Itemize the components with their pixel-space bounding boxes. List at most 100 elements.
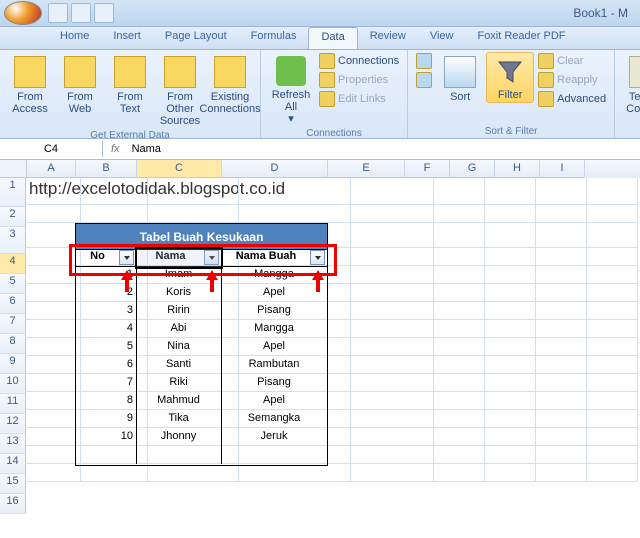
cell[interactable] <box>434 392 485 410</box>
filter-button[interactable]: Filter <box>486 52 534 103</box>
tab-insert[interactable]: Insert <box>101 27 153 49</box>
cell[interactable] <box>485 392 536 410</box>
cell[interactable] <box>587 338 638 356</box>
cell[interactable] <box>434 374 485 392</box>
cell[interactable] <box>239 428 351 446</box>
spreadsheet-grid[interactable]: ABCDEFGHI 12345678910111213141516 http:/… <box>0 160 640 514</box>
cell[interactable] <box>485 205 536 223</box>
cell[interactable] <box>239 284 351 302</box>
cell[interactable] <box>587 223 638 248</box>
cell[interactable] <box>536 223 587 248</box>
cell[interactable] <box>536 392 587 410</box>
text-to-columns-button[interactable]: Text to Column <box>621 52 640 117</box>
select-all-corner[interactable] <box>0 160 27 178</box>
cell[interactable] <box>351 178 434 205</box>
cell[interactable] <box>351 410 434 428</box>
cell[interactable] <box>148 223 239 248</box>
cell[interactable] <box>351 320 434 338</box>
cell[interactable] <box>26 223 81 248</box>
cell[interactable] <box>351 266 434 284</box>
cell[interactable] <box>239 178 351 205</box>
row-header[interactable]: 3 <box>0 227 26 254</box>
tab-page-layout[interactable]: Page Layout <box>153 27 239 49</box>
cell[interactable] <box>485 248 536 266</box>
formula-input[interactable] <box>128 141 640 157</box>
cell[interactable] <box>26 446 81 464</box>
filter-dropdown-button[interactable] <box>310 250 325 265</box>
cell[interactable] <box>485 446 536 464</box>
row-header[interactable]: 7 <box>0 314 26 334</box>
cell[interactable] <box>485 178 536 205</box>
cell[interactable] <box>536 356 587 374</box>
col-header[interactable]: I <box>540 160 585 178</box>
cell[interactable] <box>148 178 239 205</box>
from-text-button[interactable]: FromText <box>106 52 154 117</box>
from-web-button[interactable]: FromWeb <box>56 52 104 117</box>
cell[interactable] <box>587 205 638 223</box>
existing-connections-button[interactable]: ExistingConnections <box>206 52 254 117</box>
filter-dropdown-button[interactable] <box>204 250 219 265</box>
cell[interactable] <box>26 338 81 356</box>
cell[interactable] <box>239 205 351 223</box>
cell[interactable] <box>587 266 638 284</box>
redo-icon[interactable] <box>94 3 114 23</box>
row-header[interactable]: 10 <box>0 374 26 394</box>
cell[interactable] <box>485 464 536 482</box>
cell[interactable] <box>148 428 239 446</box>
cell[interactable] <box>351 338 434 356</box>
cell[interactable] <box>81 302 148 320</box>
connections-button[interactable]: Connections <box>317 52 401 70</box>
cell[interactable] <box>434 178 485 205</box>
cell[interactable] <box>148 205 239 223</box>
cell[interactable] <box>434 410 485 428</box>
row-header[interactable]: 6 <box>0 294 26 314</box>
cell[interactable] <box>26 392 81 410</box>
cell[interactable] <box>587 446 638 464</box>
cell[interactable] <box>26 302 81 320</box>
cell[interactable] <box>485 356 536 374</box>
cell[interactable] <box>351 284 434 302</box>
cell[interactable] <box>536 248 587 266</box>
row-header[interactable]: 11 <box>0 394 26 414</box>
cell[interactable] <box>587 302 638 320</box>
cell[interactable] <box>485 428 536 446</box>
cell[interactable] <box>148 374 239 392</box>
cell[interactable] <box>434 320 485 338</box>
cell[interactable] <box>351 428 434 446</box>
cell[interactable] <box>536 205 587 223</box>
cell[interactable] <box>434 302 485 320</box>
cell[interactable] <box>26 410 81 428</box>
col-header[interactable]: C <box>137 160 222 178</box>
cell[interactable] <box>587 464 638 482</box>
cell[interactable] <box>485 302 536 320</box>
cell[interactable] <box>485 338 536 356</box>
cell[interactable] <box>351 374 434 392</box>
cell[interactable]: http://excelotodidak.blogspot.co.id <box>26 178 81 205</box>
cell[interactable] <box>148 284 239 302</box>
cell[interactable] <box>434 428 485 446</box>
cell[interactable] <box>81 428 148 446</box>
fx-icon[interactable]: fx <box>103 143 128 155</box>
cell[interactable] <box>239 446 351 464</box>
cell[interactable] <box>434 284 485 302</box>
cell[interactable] <box>587 356 638 374</box>
name-box[interactable]: C4 <box>0 141 103 157</box>
tab-data[interactable]: Data <box>308 27 357 49</box>
cell[interactable] <box>148 320 239 338</box>
cell[interactable] <box>351 205 434 223</box>
cell[interactable] <box>536 446 587 464</box>
cell[interactable] <box>434 205 485 223</box>
office-button[interactable] <box>4 1 42 25</box>
cell[interactable] <box>485 284 536 302</box>
col-header[interactable]: F <box>405 160 450 178</box>
cell[interactable] <box>536 338 587 356</box>
cell[interactable] <box>239 392 351 410</box>
filter-dropdown-button[interactable] <box>119 250 134 265</box>
cell[interactable] <box>434 356 485 374</box>
row-header[interactable]: 4 <box>0 254 26 274</box>
cell[interactable] <box>26 374 81 392</box>
tab-view[interactable]: View <box>418 27 466 49</box>
cell[interactable] <box>148 266 239 284</box>
cell[interactable] <box>26 205 81 223</box>
cell[interactable] <box>81 410 148 428</box>
